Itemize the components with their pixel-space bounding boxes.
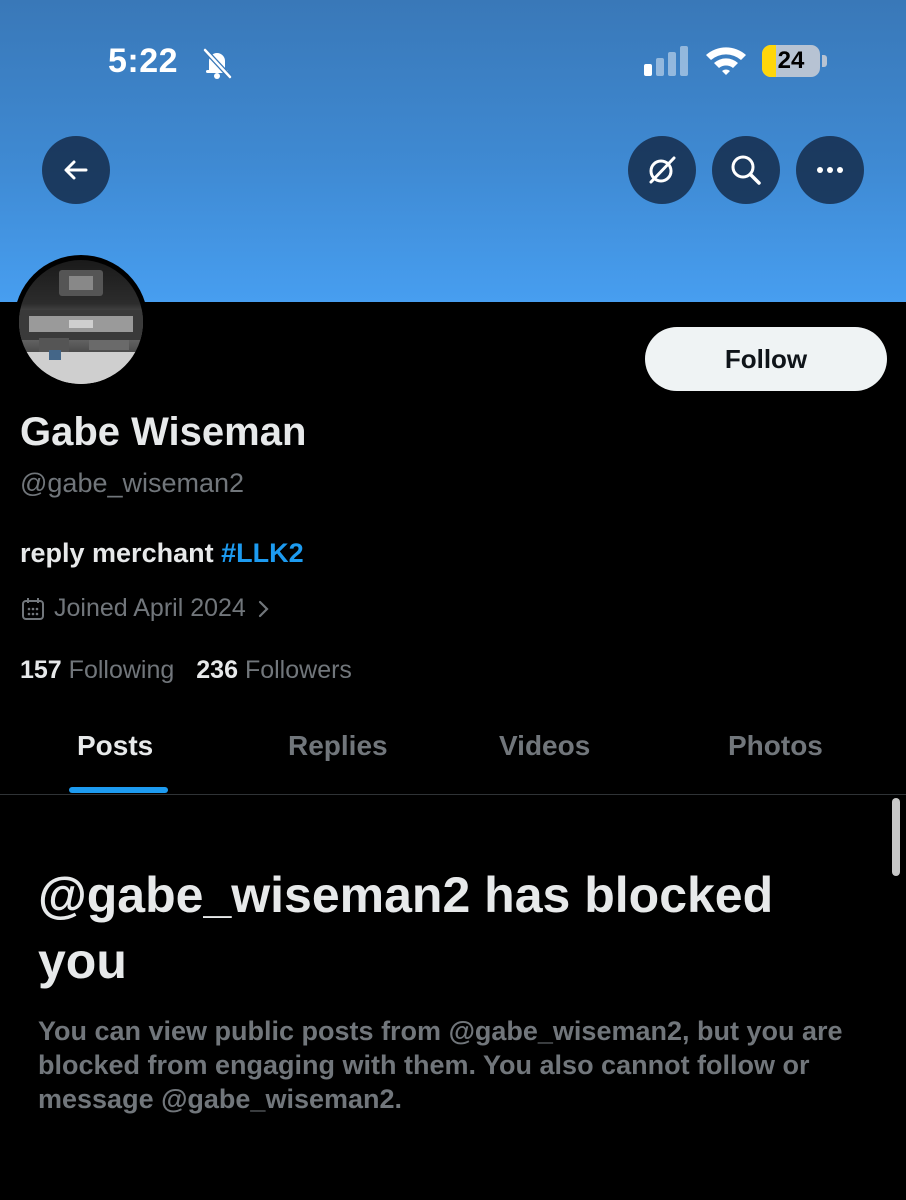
more-button[interactable] [796, 136, 864, 204]
grok-button[interactable] [628, 136, 696, 204]
tab-videos[interactable]: Videos [499, 730, 590, 762]
signal-icon [644, 46, 688, 76]
following-count: 157 [20, 656, 62, 684]
avatar-image [19, 260, 143, 384]
follow-counts: 157 Following 236 Followers [20, 656, 352, 685]
following-link[interactable]: 157 Following [20, 656, 174, 685]
wifi-icon [706, 47, 746, 75]
status-time: 5:22 [108, 42, 179, 80]
active-tab-indicator [69, 787, 168, 793]
avatar[interactable] [14, 255, 148, 389]
battery-level: 24 [777, 47, 805, 74]
tab-photos[interactable]: Photos [728, 730, 823, 762]
joined-date[interactable]: Joined April 2024 [20, 594, 282, 623]
followers-label: Followers [244, 656, 352, 684]
calendar-icon [22, 597, 44, 620]
more-icon [817, 167, 843, 173]
bio-text: reply merchant [20, 538, 222, 568]
profile-handle: @gabe_wiseman2 [20, 468, 245, 498]
bell-off-icon [203, 48, 232, 79]
scrollbar[interactable] [892, 798, 900, 876]
search-button[interactable] [712, 136, 780, 204]
blocked-title: @gabe_wiseman2 has blocked you [38, 867, 774, 989]
tab-replies[interactable]: Replies [288, 730, 388, 762]
joined-label: Joined April 2024 [54, 594, 246, 622]
battery-icon: 24 [762, 45, 827, 77]
grok-icon [649, 156, 676, 184]
back-button[interactable] [42, 136, 110, 204]
display-name: Gabe Wiseman [20, 410, 307, 454]
profile-tabs: Posts Replies Videos Photos [0, 712, 906, 795]
arrow-left-icon [64, 160, 88, 180]
search-icon [731, 155, 761, 185]
bio-hashtag-link[interactable]: #LLK2 [221, 538, 304, 568]
following-label: Following [68, 656, 175, 684]
blocked-description: You can view public posts from @gabe_wis… [38, 1016, 843, 1114]
follow-button[interactable]: Follow [645, 327, 887, 391]
profile-bio: reply merchant #LLK2 [20, 538, 304, 569]
tab-posts[interactable]: Posts [77, 730, 153, 762]
chevron-right-icon [258, 600, 269, 617]
followers-link[interactable]: 236 Followers [196, 656, 352, 685]
followers-count: 236 [196, 656, 238, 684]
